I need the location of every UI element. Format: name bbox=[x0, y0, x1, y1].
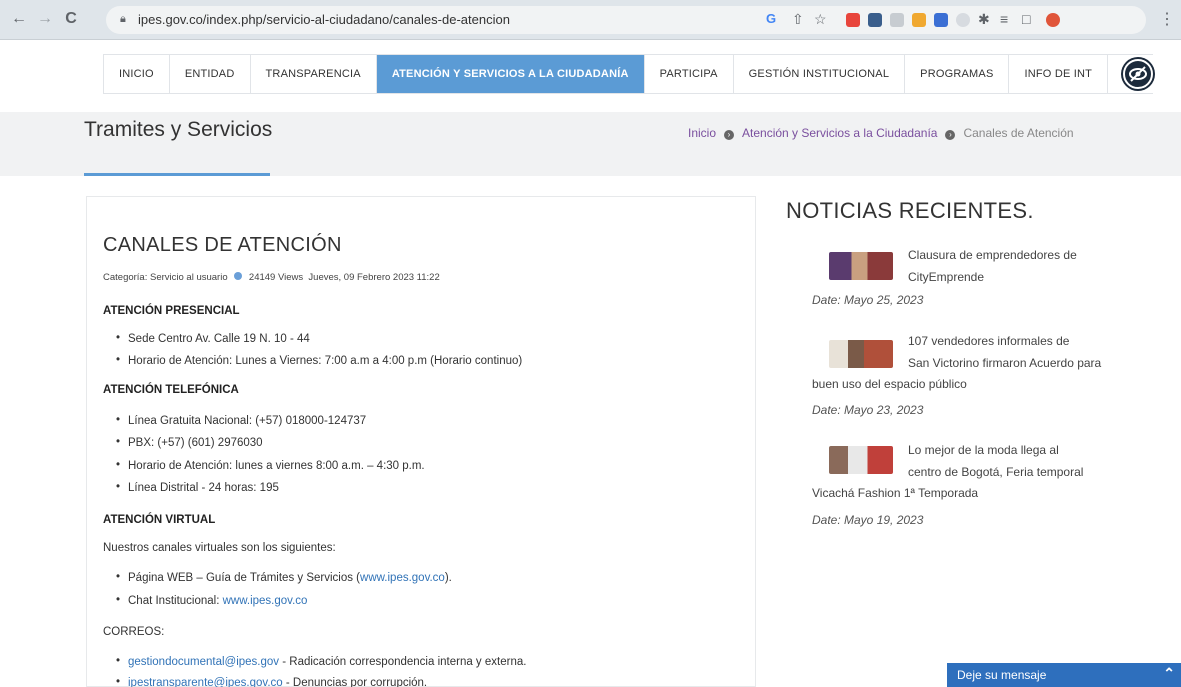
google-icon[interactable]: G bbox=[766, 11, 780, 26]
breadcrumb-current: Canales de Atención bbox=[963, 126, 1074, 140]
chevron-right-icon: › bbox=[724, 130, 735, 140]
chat-label: Deje su mensaje bbox=[957, 668, 1047, 682]
forward-icon[interactable]: → bbox=[34, 8, 56, 30]
news-headline-line1: Clausura de emprendedores de bbox=[908, 248, 1077, 262]
heading-correos: CORREOS: bbox=[103, 626, 165, 638]
sidepanel-icon[interactable]: □ bbox=[1022, 11, 1030, 27]
news-section-title: NOTICIAS RECIENTES. bbox=[786, 198, 1034, 223]
news-headline-line1: 107 vendedores informales de bbox=[908, 334, 1070, 348]
url-text: ipes.gov.co/index.php/servicio-al-ciudad… bbox=[138, 12, 510, 27]
list-item-email: gestiondocumental@ipes.gov - Radicación … bbox=[116, 655, 527, 668]
extension-icon-5[interactable] bbox=[934, 13, 948, 27]
news-headline-rest: San Victorino firmaron Acuerdo para buen… bbox=[812, 355, 1102, 392]
chat-widget[interactable]: Deje su mensaje ⌃ bbox=[947, 663, 1181, 687]
web-suffix: ). bbox=[444, 572, 452, 584]
extension-icon-2[interactable] bbox=[868, 13, 882, 27]
chevron-up-icon[interactable]: ⌃ bbox=[1163, 665, 1175, 682]
browser-menu-icon[interactable]: ⋮ bbox=[1156, 8, 1178, 30]
web-prefix: Página WEB – Guía de Trámites y Servicio… bbox=[128, 572, 361, 584]
share-icon[interactable]: ⇧ bbox=[792, 11, 804, 28]
back-icon[interactable]: ← bbox=[8, 8, 30, 30]
heading-presencial: ATENCIÓN PRESENCIAL bbox=[103, 305, 240, 317]
list-item-email: ipestransparente@ipes.gov.co - Denuncias… bbox=[116, 676, 428, 687]
nav-item-participa[interactable]: PARTICIPA bbox=[645, 55, 734, 93]
breadcrumb: Inicio › Atención y Servicios a la Ciudada… bbox=[688, 126, 1074, 140]
reload-icon[interactable]: C bbox=[60, 8, 82, 30]
chat-link[interactable]: www.ipes.gov.co bbox=[223, 595, 308, 607]
extension-icon-1[interactable] bbox=[846, 13, 860, 27]
news-item-text[interactable]: Clausura de emprendedores de CityEmprende bbox=[812, 245, 1112, 288]
bookmark-star-icon[interactable]: ☆ bbox=[814, 11, 827, 28]
heading-virtual: ATENCIÓN VIRTUAL bbox=[103, 514, 216, 526]
news-headline-line1: Lo mejor de la moda llega al bbox=[908, 443, 1059, 457]
nav-item-gestion[interactable]: GESTIÓN INSTITUCIONAL bbox=[734, 55, 906, 93]
breadcrumb-inicio[interactable]: Inicio bbox=[688, 126, 716, 140]
lock-icon: 🔒︎ bbox=[120, 13, 126, 25]
heading-telefonica: ATENCIÓN TELEFÓNICA bbox=[103, 384, 239, 396]
address-bar[interactable]: 🔒︎ ipes.gov.co/index.php/servicio-al-ciu… bbox=[106, 6, 1146, 34]
nav-item-programas[interactable]: PROGRAMAS bbox=[905, 55, 1010, 93]
list-item: Horario de Atención: lunes a viernes 8:0… bbox=[116, 459, 425, 472]
news-headline-rest: CityEmprende bbox=[908, 269, 985, 284]
title-underline bbox=[84, 173, 270, 176]
list-item-chat: Chat Institucional: www.ipes.gov.co bbox=[116, 594, 308, 607]
list-item-web: Página WEB – Guía de Trámites y Servicio… bbox=[116, 571, 452, 584]
list-item: Línea Gratuita Nacional: (+57) 018000-12… bbox=[116, 414, 366, 427]
accessibility-eye-icon[interactable] bbox=[1123, 59, 1153, 89]
nav-item-entidad[interactable]: ENTIDAD bbox=[170, 55, 251, 93]
article-category[interactable]: Categoría: Servicio al usuario bbox=[103, 272, 228, 283]
extensions-puzzle-icon[interactable]: ✱ bbox=[978, 11, 990, 28]
web-link[interactable]: www.ipes.gov.co bbox=[360, 572, 445, 584]
news-date: Date: Mayo 23, 2023 bbox=[812, 403, 924, 417]
browser-toolbar: ← → C 🔒︎ ipes.gov.co/index.php/servicio-… bbox=[0, 0, 1181, 40]
list-item: Horario de Atención: Lunes a Viernes: 7:… bbox=[116, 354, 522, 367]
chat-prefix: Chat Institucional: bbox=[128, 595, 223, 607]
list-item: Sede Centro Av. Calle 19 N. 10 - 44 bbox=[116, 332, 310, 345]
reading-list-icon[interactable]: ≡ bbox=[1000, 11, 1008, 27]
email-link[interactable]: ipestransparente@ipes.gov.co bbox=[128, 677, 283, 687]
breadcrumb-atencion[interactable]: Atención y Servicios a la Ciudadanía bbox=[742, 126, 937, 140]
nav-item-transparencia[interactable]: TRANSPARENCIA bbox=[251, 55, 377, 93]
chevron-right-icon: › bbox=[945, 130, 956, 140]
article-date: Jueves, 09 Febrero 2023 11:22 bbox=[308, 272, 440, 283]
news-date: Date: Mayo 19, 2023 bbox=[812, 513, 924, 527]
news-headline-rest: centro de Bogotá, Feria temporal Vicachá… bbox=[812, 464, 1084, 501]
views-icon bbox=[234, 272, 243, 280]
article-title: CANALES DE ATENCIÓN bbox=[103, 234, 342, 256]
list-item: PBX: (+57) (601) 2976030 bbox=[116, 436, 263, 449]
extension-icon-3[interactable] bbox=[890, 13, 904, 27]
email-desc: - Denuncias por corrupción. bbox=[282, 677, 428, 687]
nav-item-atencion[interactable]: ATENCIÓN Y SERVICIOS A LA CIUDADANÍA bbox=[376, 55, 645, 93]
news-date: Date: Mayo 25, 2023 bbox=[812, 293, 924, 307]
list-item: Línea Distrital - 24 horas: 195 bbox=[116, 481, 279, 494]
extension-icon-4[interactable] bbox=[912, 13, 926, 27]
extension-icon-6[interactable] bbox=[956, 13, 970, 27]
email-link[interactable]: gestiondocumental@ipes.gov bbox=[128, 656, 279, 668]
article-meta: Categoría: Servicio al usuario 24149 Vie… bbox=[103, 272, 440, 283]
page-title: Tramites y Servicios bbox=[84, 118, 273, 141]
nav-item-info[interactable]: INFO DE INT bbox=[1009, 55, 1109, 93]
profile-avatar-icon[interactable] bbox=[1046, 13, 1060, 27]
news-item-text[interactable]: 107 vendedores informales de San Victorin… bbox=[812, 331, 1112, 396]
email-desc: - Radicación correspondencia interna y e… bbox=[279, 656, 527, 668]
virtual-intro: Nuestros canales virtuales son los sigui… bbox=[103, 542, 336, 554]
article-views: 24149 Views bbox=[248, 272, 304, 283]
main-navigation: INICIO ENTIDAD TRANSPARENCIA ATENCIÓN Y … bbox=[103, 54, 1153, 94]
news-item-text[interactable]: Lo mejor de la moda llega al centro de Bo… bbox=[812, 440, 1112, 505]
nav-item-inicio[interactable]: INICIO bbox=[104, 55, 170, 93]
